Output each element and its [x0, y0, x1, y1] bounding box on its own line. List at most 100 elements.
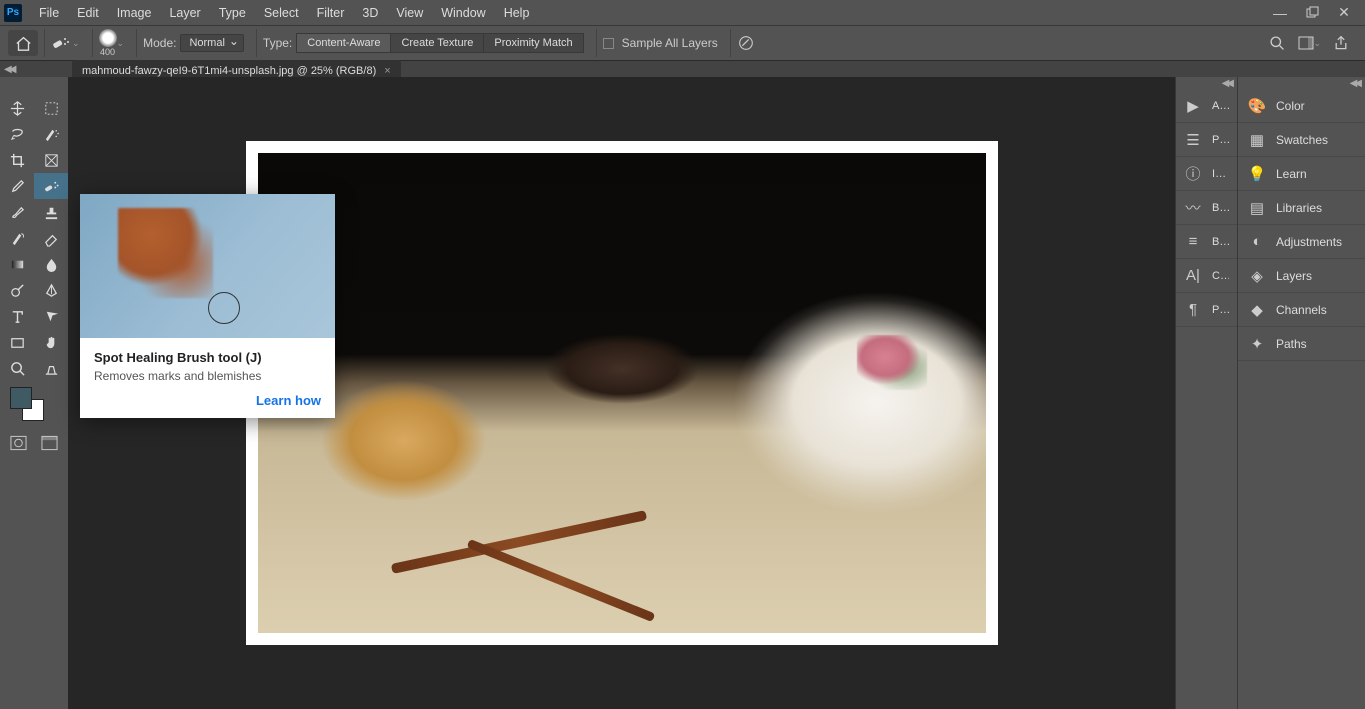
- heal-type-content-aware[interactable]: Content-Aware: [296, 33, 390, 53]
- paths-icon: ✦: [1248, 335, 1266, 353]
- panel-brushset[interactable]: 〰Br...: [1176, 191, 1237, 225]
- window-controls: — ✕: [1273, 6, 1361, 20]
- frame-tool[interactable]: [34, 147, 68, 173]
- panel-column: ◀◀ 🎨Color▦Swatches💡Learn▤Libraries◐Adjus…: [1237, 77, 1365, 709]
- brushset-icon: 〰: [1184, 199, 1202, 217]
- marquee-tool[interactable]: [34, 95, 68, 121]
- expand-panels-icon[interactable]: ◀◀: [1176, 77, 1237, 89]
- document-filename: mahmoud-fawzy-qeI9-6T1mi4-unsplash.jpg @…: [82, 65, 376, 77]
- tooltip-learn-link[interactable]: Learn how: [94, 393, 321, 408]
- brush-preset-picker[interactable]: 400 ⌄: [92, 29, 131, 57]
- collapsed-panel-column: ◀◀ ▶Ac...☰Pr...ⓘInfo〰Br...≡Br...A|Ch...¶…: [1175, 77, 1237, 709]
- layers-icon: ◈: [1248, 267, 1266, 285]
- dodge-tool[interactable]: [0, 277, 34, 303]
- sample-all-checkbox[interactable]: [603, 38, 614, 49]
- document-canvas[interactable]: [246, 141, 998, 645]
- hand-tool[interactable]: [34, 329, 68, 355]
- move-tool[interactable]: [0, 95, 34, 121]
- mode-label: Mode:: [143, 36, 176, 50]
- type-label: Type:: [263, 36, 292, 50]
- panel-paths[interactable]: ✦Paths: [1238, 327, 1365, 361]
- quick-mask-icon[interactable]: [10, 435, 27, 451]
- panel-channels[interactable]: ◆Channels: [1238, 293, 1365, 327]
- gradient-tool[interactable]: [0, 251, 34, 277]
- pen-tool[interactable]: [34, 277, 68, 303]
- menu-bar: Ps FileEditImageLayerTypeSelectFilter3DV…: [0, 0, 1365, 25]
- learn-icon: 💡: [1248, 165, 1266, 183]
- document-tab-bar: mahmoud-fawzy-qeI9-6T1mi4-unsplash.jpg @…: [0, 61, 1365, 77]
- close-button[interactable]: ✕: [1337, 6, 1351, 20]
- collapse-toolbar-icon[interactable]: ◀◀: [4, 64, 13, 75]
- eraser-tool[interactable]: [34, 225, 68, 251]
- search-icon[interactable]: [1269, 35, 1286, 52]
- zoom-tool[interactable]: [0, 355, 34, 381]
- stamp-tool[interactable]: [34, 199, 68, 225]
- tool-preset-caret[interactable]: ⌄: [72, 38, 80, 49]
- menu-layer[interactable]: Layer: [160, 6, 209, 20]
- heal-type-segment: Content-AwareCreate TextureProximity Mat…: [296, 33, 583, 53]
- home-button[interactable]: [8, 30, 38, 56]
- lasso-tool[interactable]: [0, 121, 34, 147]
- channels-icon: ◆: [1248, 301, 1266, 319]
- close-tab-icon[interactable]: ×: [384, 65, 390, 77]
- menu-image[interactable]: Image: [108, 6, 161, 20]
- brush-size-value: 400: [100, 47, 115, 57]
- info-icon: ⓘ: [1184, 165, 1202, 183]
- panel-play[interactable]: ▶Ac...: [1176, 89, 1237, 123]
- spotheal-tool[interactable]: [34, 173, 68, 199]
- panel-learn[interactable]: 💡Learn: [1238, 157, 1365, 191]
- props-icon: ☰: [1184, 131, 1202, 149]
- blur-tool[interactable]: [34, 251, 68, 277]
- swatches-icon: ▦: [1248, 131, 1266, 149]
- menu-3d[interactable]: 3D: [353, 6, 387, 20]
- rect-tool[interactable]: [0, 329, 34, 355]
- tooltip-title: Spot Healing Brush tool (J): [94, 350, 321, 365]
- spot-heal-icon: [51, 34, 71, 52]
- screen-mode-icon[interactable]: [41, 435, 58, 451]
- brush-preview-icon: [99, 29, 117, 47]
- panel-brushes[interactable]: ≡Br...: [1176, 225, 1237, 259]
- tooltip-cursor-icon: [208, 292, 240, 324]
- panel-adjust[interactable]: ◐Adjustments: [1238, 225, 1365, 259]
- menu-view[interactable]: View: [387, 6, 432, 20]
- menu-file[interactable]: File: [30, 6, 68, 20]
- panel-swatches[interactable]: ▦Swatches: [1238, 123, 1365, 157]
- panel-info[interactable]: ⓘInfo: [1176, 157, 1237, 191]
- menu-edit[interactable]: Edit: [68, 6, 108, 20]
- panel-props[interactable]: ☰Pr...: [1176, 123, 1237, 157]
- minimize-button[interactable]: —: [1273, 6, 1287, 20]
- share-icon[interactable]: [1333, 35, 1349, 51]
- expand-panels-icon[interactable]: ◀◀: [1238, 77, 1365, 89]
- edit3d-tool[interactable]: [34, 355, 68, 381]
- brush-tool[interactable]: [0, 199, 34, 225]
- foreground-color-swatch[interactable]: [10, 387, 32, 409]
- menu-type[interactable]: Type: [210, 6, 255, 20]
- path-tool[interactable]: [34, 303, 68, 329]
- tools-panel: [0, 77, 68, 709]
- menu-filter[interactable]: Filter: [308, 6, 354, 20]
- pressure-icon[interactable]: [737, 34, 755, 52]
- quicksel-tool[interactable]: [34, 121, 68, 147]
- history-tool[interactable]: [0, 225, 34, 251]
- color-swatches[interactable]: [0, 381, 68, 431]
- options-bar: ⌄ 400 ⌄ Mode: Normal Type: Content-Aware…: [0, 25, 1365, 61]
- panel-layers[interactable]: ◈Layers: [1238, 259, 1365, 293]
- heal-type-proximity-match[interactable]: Proximity Match: [483, 33, 583, 53]
- menu-window[interactable]: Window: [432, 6, 494, 20]
- type-tool[interactable]: [0, 303, 34, 329]
- panel-libraries[interactable]: ▤Libraries: [1238, 191, 1365, 225]
- crop-tool[interactable]: [0, 147, 34, 173]
- panels-dock: ◀◀ ▶Ac...☰Pr...ⓘInfo〰Br...≡Br...A|Ch...¶…: [1175, 77, 1365, 709]
- menu-select[interactable]: Select: [255, 6, 308, 20]
- blend-mode-dropdown[interactable]: Normal: [180, 34, 243, 52]
- workspace-switcher[interactable]: ⌄: [1298, 36, 1321, 50]
- heal-type-create-texture[interactable]: Create Texture: [390, 33, 483, 53]
- panel-para[interactable]: ¶Pa...: [1176, 293, 1237, 327]
- restore-button[interactable]: [1305, 6, 1319, 20]
- color-icon: 🎨: [1248, 97, 1266, 115]
- menu-help[interactable]: Help: [495, 6, 539, 20]
- panel-color[interactable]: 🎨Color: [1238, 89, 1365, 123]
- eyedrop-tool[interactable]: [0, 173, 34, 199]
- panel-char[interactable]: A|Ch...: [1176, 259, 1237, 293]
- play-icon: ▶: [1184, 97, 1202, 115]
